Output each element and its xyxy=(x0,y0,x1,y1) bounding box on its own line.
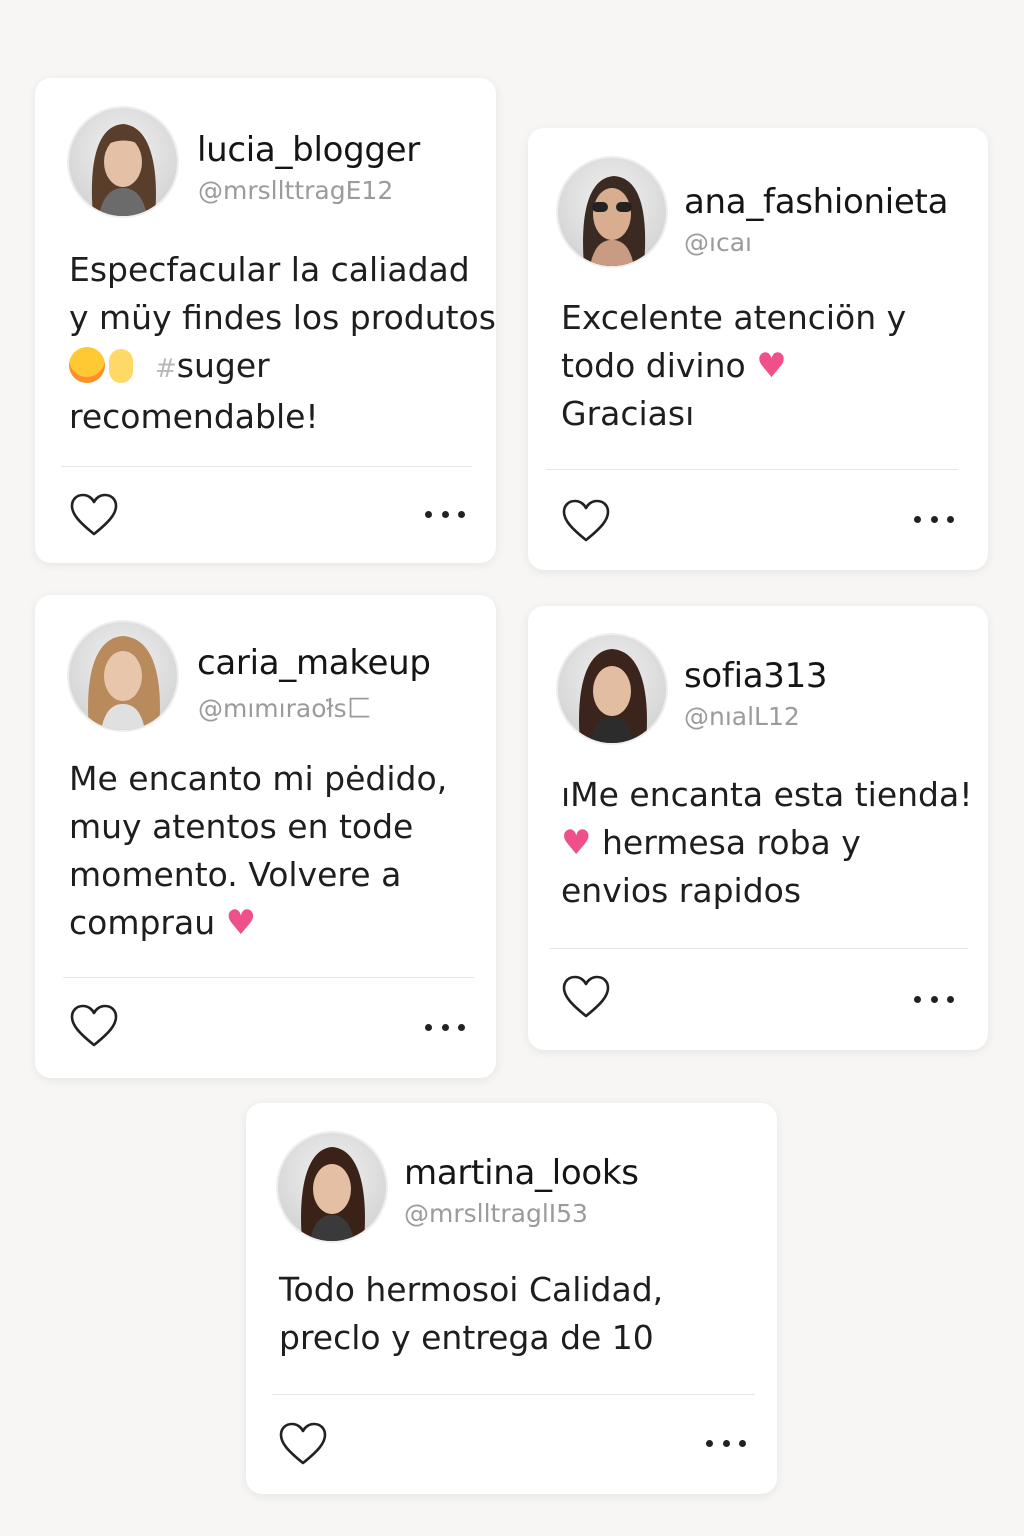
heart-outline-icon[interactable] xyxy=(278,1421,328,1467)
more-dots-icon[interactable] xyxy=(425,1017,465,1037)
post-text-line: muy atentos en tode xyxy=(69,807,414,846)
avatar[interactable] xyxy=(558,635,666,743)
hashtag-symbol: # xyxy=(155,354,177,384)
more-dots-icon[interactable] xyxy=(425,504,465,524)
user-handle: @nıalL12 xyxy=(684,702,800,731)
avatar[interactable] xyxy=(69,622,177,730)
divider xyxy=(63,977,474,978)
more-dots-icon[interactable] xyxy=(914,989,954,1009)
username[interactable]: ana_fashionieta xyxy=(684,182,948,222)
post-text-line: preclo y entrega de 10 xyxy=(279,1318,654,1357)
post-text: Especfacular la caliadad y müy findes lo… xyxy=(69,246,496,441)
heart-emoji-icon: ♥ xyxy=(225,903,257,943)
post-text: Todo hermosoi Calidad, preclo y entrega … xyxy=(279,1266,759,1362)
heart-emoji-icon: ♥ xyxy=(756,346,787,386)
post-text-line: Graciası xyxy=(561,394,695,433)
post-card: sofia313 @nıalL12 ıMe encanta esta tiend… xyxy=(528,606,988,1050)
more-dots-icon[interactable] xyxy=(706,1433,746,1453)
divider xyxy=(272,1394,755,1395)
divider xyxy=(550,948,968,949)
post-text-line: y müy findes los produtos xyxy=(69,298,496,337)
avatar[interactable] xyxy=(69,108,177,216)
post-text-line: envios rapidos xyxy=(561,871,802,910)
post-text-line: Me encanto mi pėdido, xyxy=(69,759,448,798)
post-text: ıMe encanta esta tienda! ♥ hermesa roba … xyxy=(561,771,973,915)
post-text-line: Especfacular la caliadad xyxy=(69,250,470,289)
heart-outline-icon[interactable] xyxy=(69,1003,119,1049)
post-text-line: comprau xyxy=(69,903,216,942)
avatar[interactable] xyxy=(278,1133,386,1241)
post-text-line: Excelente atenciön y xyxy=(561,298,907,337)
user-handle: @ıcaı xyxy=(684,228,752,257)
post-text-line: Todo hermosoi Calidad, xyxy=(279,1270,664,1309)
post-card: caria_makeup @mımıraoł̇s匚 Me encanto mi … xyxy=(35,595,496,1078)
heart-outline-icon[interactable] xyxy=(561,498,611,544)
username[interactable]: martina_looks xyxy=(404,1153,639,1193)
heart-outline-icon[interactable] xyxy=(561,974,611,1020)
username[interactable]: sofia313 xyxy=(684,656,828,696)
post-text: Me encanto mi pėdido, muy atentos en tod… xyxy=(69,755,478,947)
post-text-line: ıMe encanta esta tienda! xyxy=(561,775,973,814)
user-handle: @mrsllttragE12 xyxy=(198,176,394,205)
divider xyxy=(61,466,472,467)
heart-outline-icon[interactable] xyxy=(69,492,119,538)
post-text-line: hermesa roba y xyxy=(601,823,861,862)
divider xyxy=(546,469,958,470)
post-text: Excelente atenciön y todo divino ♥ Graci… xyxy=(561,294,970,438)
hands-emoji-icon xyxy=(109,349,133,383)
username[interactable]: caria_makeup xyxy=(197,643,431,683)
username[interactable]: lucia_blogger xyxy=(197,130,420,170)
post-text-line: todo divino xyxy=(561,346,746,385)
post-text-line: suger xyxy=(176,346,270,385)
user-handle: @mrslltraglI53 xyxy=(404,1199,588,1228)
post-text-line: recomendable! xyxy=(69,397,319,436)
post-card: martina_looks @mrslltraglI53 Todo hermos… xyxy=(246,1103,777,1494)
smiley-emoji-icon xyxy=(69,347,105,383)
avatar[interactable] xyxy=(558,158,666,266)
heart-emoji-icon: ♥ xyxy=(561,823,592,863)
user-handle: @mımıraoł̇s匚 xyxy=(198,694,372,723)
post-text-line: momento. Volvere a xyxy=(69,855,402,894)
post-card: lucia_blogger @mrsllttragE12 Especfacula… xyxy=(35,78,496,563)
post-card: ana_fashionieta @ıcaı Excelente atenciön… xyxy=(528,128,988,570)
more-dots-icon[interactable] xyxy=(914,509,954,529)
